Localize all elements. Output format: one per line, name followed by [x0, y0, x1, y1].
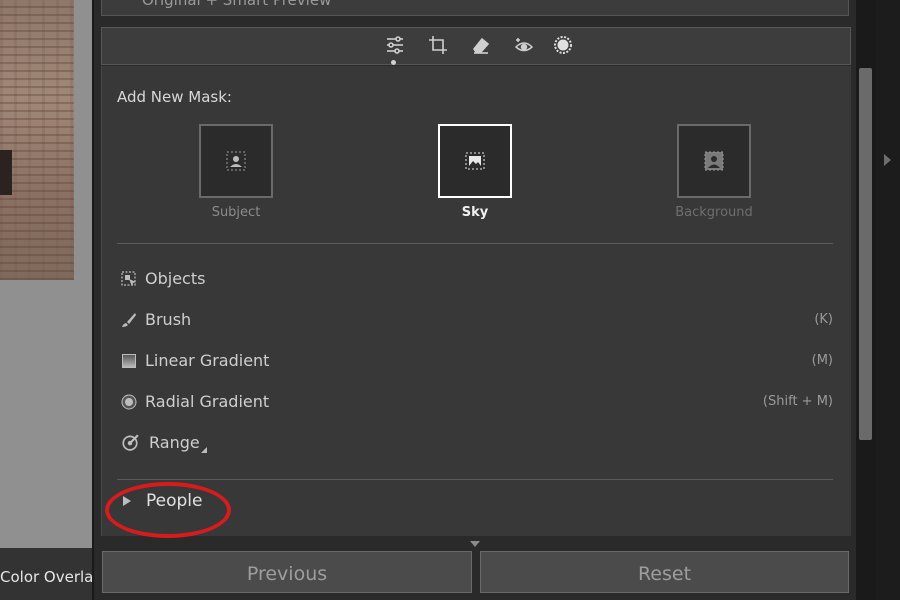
- brush-icon: [122, 313, 136, 327]
- radial-gradient-shortcut: (Shift + M): [762, 394, 833, 409]
- masking-icon[interactable]: [552, 34, 574, 56]
- preview-strip-text: Original + Smart Preview: [142, 0, 332, 9]
- linear-gradient-menu-item[interactable]: Linear Gradient (M): [117, 347, 833, 377]
- linear-gradient-shortcut: (M): [811, 353, 833, 368]
- background-label: Background: [675, 205, 753, 220]
- expand-right-panel-icon[interactable]: [884, 154, 891, 166]
- preview-strip: Original + Smart Preview: [101, 0, 849, 16]
- range-icon: [122, 434, 139, 451]
- previous-button[interactable]: Previous: [102, 551, 472, 593]
- people-label: People: [146, 491, 203, 511]
- panel-scrollbar-thumb[interactable]: [859, 68, 872, 440]
- range-menu-item[interactable]: Range: [117, 429, 833, 459]
- crop-icon[interactable]: [427, 34, 449, 56]
- subject-person-icon: [226, 151, 246, 171]
- radial-gradient-menu-item[interactable]: Radial Gradient (Shift + M): [117, 388, 833, 418]
- eraser-icon[interactable]: [470, 34, 492, 56]
- brush-label: Brush: [145, 310, 192, 329]
- radial-gradient-icon: [121, 394, 137, 410]
- brush-shortcut: (K): [814, 312, 833, 327]
- linear-gradient-icon: [122, 354, 136, 368]
- objects-menu-item[interactable]: Objects: [117, 265, 833, 295]
- left-gray-area: [74, 0, 92, 280]
- sky-image-icon: [465, 152, 485, 170]
- add-new-mask-title: Add New Mask:: [117, 88, 232, 106]
- expand-triangle-icon: [123, 496, 131, 506]
- reset-button[interactable]: Reset: [480, 551, 849, 593]
- subject-mask-button[interactable]: [199, 124, 273, 198]
- range-label: Range: [149, 433, 200, 452]
- background-mask-button[interactable]: [677, 124, 751, 198]
- red-eye-icon[interactable]: [513, 34, 535, 56]
- radial-gradient-label: Radial Gradient: [145, 392, 270, 411]
- sky-mask-button[interactable]: [438, 124, 512, 198]
- active-tool-indicator: [391, 60, 396, 65]
- brush-menu-item[interactable]: Brush (K): [117, 306, 833, 336]
- subject-label: Subject: [211, 205, 261, 220]
- objects-select-icon: [121, 271, 136, 286]
- sky-label: Sky: [461, 205, 489, 220]
- people-section-toggle[interactable]: People: [117, 488, 417, 518]
- left-gray-area-lower: [0, 280, 92, 548]
- background-person-icon: [704, 151, 724, 171]
- range-dropdown-icon[interactable]: [201, 447, 207, 453]
- sliders-icon[interactable]: [384, 34, 406, 56]
- right-panel-edge: [876, 0, 900, 600]
- panel-collapse-caret-icon[interactable]: [470, 541, 480, 547]
- objects-label: Objects: [145, 269, 206, 288]
- linear-gradient-label: Linear Gradient: [145, 351, 270, 370]
- photo-preview: [0, 0, 74, 280]
- color-overlay-label[interactable]: Color Overla: [0, 548, 92, 600]
- tool-strip: [101, 27, 851, 65]
- separator-bottom: [117, 479, 833, 480]
- separator-top: [117, 243, 833, 244]
